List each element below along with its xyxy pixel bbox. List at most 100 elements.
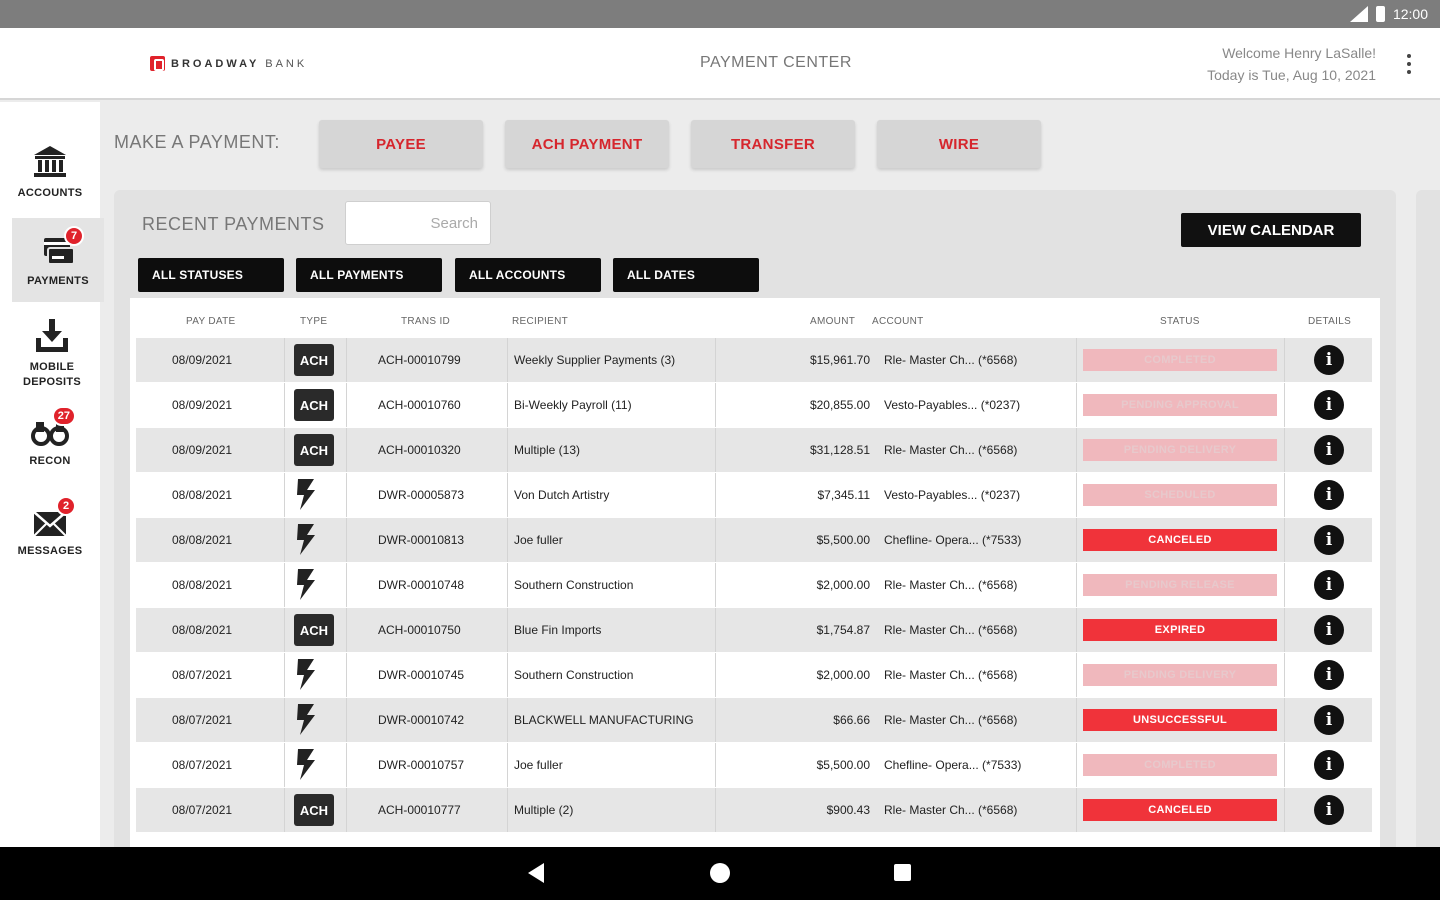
system-nav-bar (0, 847, 1440, 900)
info-icon[interactable]: i (1314, 345, 1344, 375)
recent-payments-title: RECENT PAYMENTS (142, 214, 325, 234)
recipient: Weekly Supplier Payments (3) (514, 353, 676, 367)
info-icon[interactable]: i (1314, 435, 1344, 465)
info-icon[interactable]: i (1314, 705, 1344, 735)
table-row[interactable]: 08/08/2021 DWR-00005873 Von Dutch Artistry… (136, 473, 1372, 517)
filter-all-accounts[interactable]: ALL ACCOUNTS (455, 258, 601, 292)
sidebar-item-messages[interactable]: 2 MESSAGES (0, 496, 100, 559)
amount: $5,500.00 (816, 533, 870, 547)
recon-badge: 27 (51, 406, 76, 426)
amount: $1,754.87 (816, 623, 870, 637)
recipient: Bi-Weekly Payroll (11) (514, 398, 632, 412)
info-icon[interactable]: i (1314, 525, 1344, 555)
page-title: PAYMENT CENTER (700, 54, 852, 71)
filter-all-dates[interactable]: ALL DATES (613, 258, 759, 292)
account: Rle- Master Ch... (*6568) (884, 803, 1018, 817)
account: Chefline- Opera... (*7533) (884, 758, 1022, 772)
status-cell: SCHEDULED (1083, 473, 1277, 517)
payments-icon: 7 (38, 226, 84, 270)
table-row[interactable]: 08/08/2021 DWR-00010813 Joe fuller $5,500.0… (136, 518, 1372, 562)
table-row[interactable]: 08/09/2021 ACH ACH-00010760 Bi-Weekly Payro… (136, 383, 1372, 427)
status-badge: CANCELED (1083, 799, 1277, 821)
table-row[interactable]: 08/07/2021 DWR-00010757 Joe fuller $5,500.0… (136, 743, 1372, 787)
trans-id: DWR-00010745 (378, 668, 465, 682)
pay-date: 08/08/2021 (172, 488, 233, 502)
recent-apps-icon[interactable] (894, 864, 911, 881)
search-input[interactable] (345, 201, 491, 245)
ach-type-badge: ACH (294, 614, 334, 646)
col-pay-date: PAY DATE (186, 316, 236, 327)
back-icon[interactable] (528, 863, 544, 883)
bank-logo[interactable]: BROADWAY BANK (150, 56, 307, 71)
recipient: Von Dutch Artistry (514, 488, 610, 502)
col-amount: AMOUNT (810, 316, 856, 327)
amount: $5,500.00 (816, 758, 870, 772)
details-cell: i (1314, 608, 1344, 652)
info-icon[interactable]: i (1314, 570, 1344, 600)
payee-button[interactable]: PAYEE (319, 120, 483, 168)
details-cell: i (1314, 383, 1344, 427)
type-cell: ACH (294, 428, 334, 472)
home-icon[interactable] (710, 863, 730, 883)
sidebar-item-mobile-deposits[interactable]: MOBILE DEPOSITS (0, 316, 104, 390)
sidebar-item-label: ACCOUNTS (17, 187, 83, 199)
table-row[interactable]: 08/09/2021 ACH ACH-00010320 Multiple (13) $3… (136, 428, 1372, 472)
sidebar: ACCOUNTS 7 PAYMENTS MOBILE DEPOSITS 27 R… (0, 102, 104, 847)
table-row[interactable]: 08/07/2021 DWR-00010742 BLACKWELL MANUFACT… (136, 698, 1372, 742)
info-icon[interactable]: i (1314, 795, 1344, 825)
ach-payment-button[interactable]: ACH PAYMENT (505, 120, 669, 168)
info-icon[interactable]: i (1314, 390, 1344, 420)
pay-date: 08/07/2021 (172, 803, 233, 817)
overflow-menu-icon[interactable] (1406, 54, 1412, 74)
type-cell (294, 743, 318, 787)
welcome-block: Welcome Henry LaSalle! Today is Tue, Aug… (1207, 42, 1376, 86)
status-badge: PENDING DELIVERY (1083, 439, 1277, 461)
table-row[interactable]: 08/08/2021 DWR-00010748 Southern Construct… (136, 563, 1372, 607)
sidebar-item-payments[interactable]: 7 PAYMENTS (12, 218, 104, 302)
sidebar-item-accounts[interactable]: ACCOUNTS (0, 142, 100, 201)
account: Vesto-Payables... (*0237) (884, 488, 1021, 502)
status-badge: COMPLETED (1083, 349, 1277, 371)
table-row[interactable]: 08/07/2021 DWR-00010745 Southern Construct… (136, 653, 1372, 697)
wire-bolt-icon (294, 657, 318, 694)
today-date: Today is Tue, Aug 10, 2021 (1207, 67, 1376, 83)
status-badge: PENDING DELIVERY (1083, 664, 1277, 686)
filter-all-payments[interactable]: ALL PAYMENTS (296, 258, 442, 292)
type-cell: ACH (294, 788, 334, 832)
table-row[interactable]: 08/09/2021 ACH ACH-00010799 Weekly Supplier… (136, 338, 1372, 382)
wire-bolt-icon (294, 477, 318, 514)
info-icon[interactable]: i (1314, 750, 1344, 780)
amount: $66.66 (833, 713, 870, 727)
account: Rle- Master Ch... (*6568) (884, 623, 1018, 637)
status-cell: COMPLETED (1083, 338, 1277, 382)
info-icon[interactable]: i (1314, 660, 1344, 690)
view-calendar-button[interactable]: VIEW CALENDAR (1181, 213, 1361, 247)
info-icon[interactable]: i (1314, 615, 1344, 645)
details-cell: i (1314, 518, 1344, 562)
info-icon[interactable]: i (1314, 480, 1344, 510)
trans-id: DWR-00010757 (378, 758, 465, 772)
filter-all-statuses[interactable]: ALL STATUSES (138, 258, 284, 292)
account: Rle- Master Ch... (*6568) (884, 353, 1018, 367)
status-badge: PENDING RELEASE (1083, 574, 1277, 596)
pay-date: 08/09/2021 (172, 443, 233, 457)
system-status-bar: 12:00 (0, 0, 1440, 28)
status-cell: COMPLETED (1083, 743, 1277, 787)
sidebar-item-label: MOBILE DEPOSITS (22, 361, 82, 388)
sidebar-item-recon[interactable]: 27 RECON (0, 406, 100, 469)
status-badge: EXPIRED (1083, 619, 1277, 641)
trans-id: ACH-00010777 (378, 803, 461, 817)
type-cell (294, 563, 318, 607)
table-row[interactable]: 08/08/2021 ACH ACH-00010750 Blue Fin Import… (136, 608, 1372, 652)
status-cell: CANCELED (1083, 518, 1277, 562)
col-type: TYPE (300, 316, 328, 327)
account: Rle- Master Ch... (*6568) (884, 713, 1018, 727)
type-cell (294, 653, 318, 697)
transfer-button[interactable]: TRANSFER (691, 120, 855, 168)
status-cell: PENDING RELEASE (1083, 563, 1277, 607)
sidebar-item-label: RECON (29, 455, 71, 467)
table-row[interactable]: 08/07/2021 ACH ACH-00010777 Multiple (2) $90… (136, 788, 1372, 832)
wire-button[interactable]: WIRE (877, 120, 1041, 168)
trans-id: ACH-00010320 (378, 443, 461, 457)
col-recipient: RECIPIENT (512, 316, 569, 327)
